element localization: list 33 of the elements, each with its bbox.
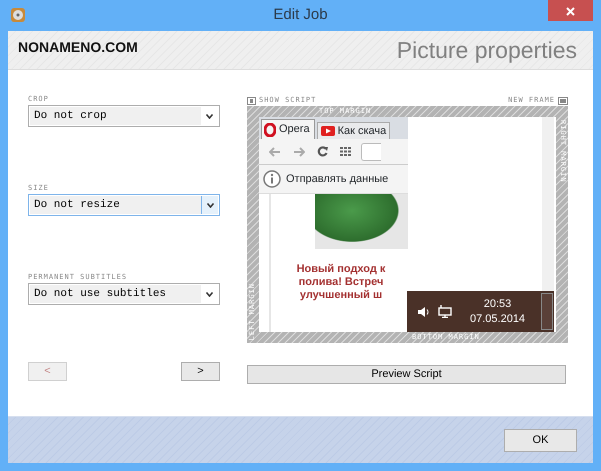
promo-text: Новый подход к полива! Встреч улучшенный ш bbox=[296, 263, 386, 302]
forward-arrow-icon bbox=[293, 146, 305, 156]
grid-icon bbox=[340, 147, 351, 156]
tab-title: Opera bbox=[279, 122, 310, 138]
ok-button[interactable]: OK bbox=[504, 428, 577, 452]
play-icon bbox=[320, 126, 335, 136]
monitor-icon bbox=[438, 305, 452, 318]
tab-title: Как скача bbox=[338, 124, 386, 139]
next-button[interactable]: > bbox=[181, 362, 220, 381]
close-icon bbox=[566, 6, 575, 16]
chevron-down-icon bbox=[206, 114, 213, 118]
dropdown[interactable]: Do not crop bbox=[28, 105, 220, 127]
address-field bbox=[361, 142, 381, 160]
script-icon[interactable] bbox=[247, 96, 256, 104]
speaker-icon bbox=[417, 306, 430, 318]
chevron-down-icon bbox=[206, 202, 214, 208]
frame-icon[interactable] bbox=[558, 96, 568, 104]
taskbar-scroll bbox=[541, 293, 553, 330]
close-button[interactable] bbox=[548, 0, 593, 21]
clock-text: 20:53 07.05.2014 bbox=[470, 296, 526, 326]
o-logo-icon bbox=[264, 122, 276, 136]
notice-text: Отправлять данные bbox=[286, 172, 388, 187]
brand-name: NONAMENO.COM bbox=[18, 38, 138, 56]
page-title: Picture properties bbox=[396, 36, 577, 65]
app-icon bbox=[10, 7, 26, 23]
chevron-down-icon bbox=[206, 292, 213, 296]
back-arrow-icon bbox=[269, 146, 281, 156]
window-title: Edit Job bbox=[273, 5, 328, 26]
preview-script-button[interactable]: Preview Script bbox=[247, 365, 566, 384]
info-icon bbox=[263, 170, 281, 188]
dropdown[interactable]: Do not use subtitles bbox=[28, 283, 220, 305]
reload-icon bbox=[317, 146, 328, 157]
dropdown[interactable]: Do not resize bbox=[28, 194, 220, 216]
